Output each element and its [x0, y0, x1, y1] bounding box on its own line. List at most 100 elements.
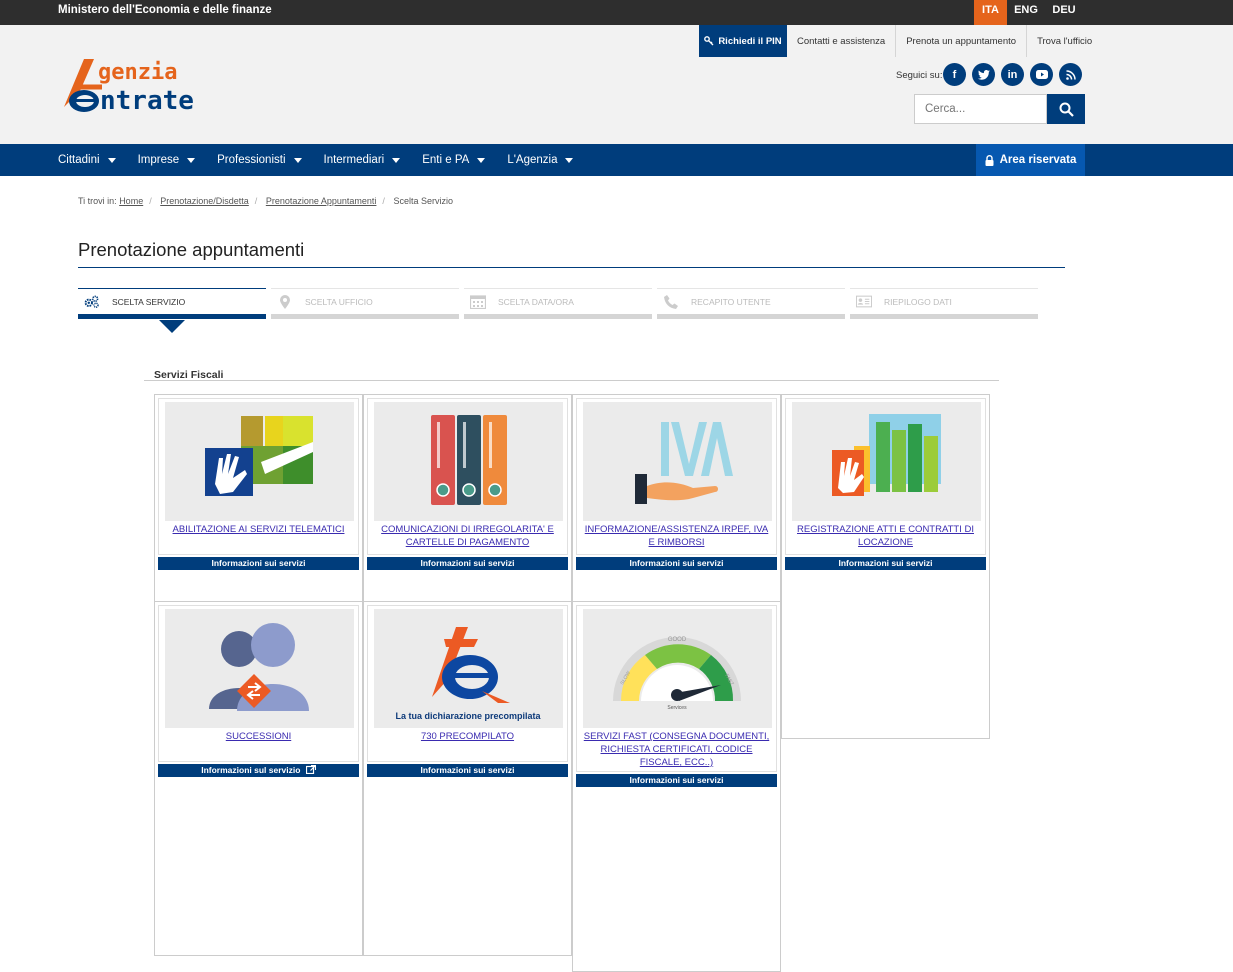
step-riepilogo-dati: RIEPILOGO DATI [850, 288, 1038, 319]
search-input[interactable] [914, 94, 1047, 124]
agenzia-entrate-logo[interactable]: genzia ntrate [58, 57, 233, 115]
logo-text-top: genzia [98, 60, 177, 85]
step-label: SCELTA DATA/ORA [498, 296, 574, 307]
service-card-successioni: SUCCESSIONI Informazioni sul servizio [154, 601, 363, 956]
follow-label: Seguici su: [896, 70, 943, 81]
chevron-down-icon [187, 157, 196, 163]
chevron-down-icon [392, 157, 401, 163]
nav-label: Intermediari [323, 154, 385, 166]
breadcrumb-prefix: Ti trovi in: [78, 196, 117, 206]
search-form [914, 94, 1085, 124]
service-image [374, 402, 563, 521]
page-title: Prenotazione appuntamenti [78, 239, 305, 260]
step-recapito-utente: RECAPITO UTENTE [657, 288, 845, 319]
step-label: SCELTA UFFICIO [305, 296, 373, 307]
title-divider [78, 267, 1065, 268]
service-image: GOOD SLOW FAST Services [583, 609, 772, 728]
search-button[interactable] [1047, 94, 1085, 124]
service-info-button[interactable]: Informazioni sui servizi [158, 557, 359, 570]
lang-eng[interactable]: ENG [1007, 0, 1045, 25]
gears-icon [84, 294, 100, 310]
lang-ita[interactable]: ITA [974, 0, 1007, 25]
service-link[interactable]: REGISTRAZIONE ATTI E CONTRATTI DI LOCAZI… [790, 523, 981, 549]
service-image: La tua dichiarazione precompilata [374, 609, 563, 728]
service-card-730-precompilato: La tua dichiarazione precompilata 730 PR… [363, 601, 572, 956]
service-link[interactable]: SERVIZI FAST (CONSEGNA DOCUMENTI, RICHIE… [581, 730, 772, 769]
step-label: SCELTA SERVIZIO [112, 296, 186, 307]
contacts-link[interactable]: Contatti e assistenza [787, 25, 897, 57]
chevron-down-icon [477, 157, 486, 163]
gauge-caption: Services [667, 705, 687, 711]
social-links: f in [943, 63, 1082, 86]
breadcrumb: Ti trovi in: Home / Prenotazione/Disdetta… [78, 196, 453, 206]
service-info-label: Informazioni sul servizio [201, 765, 301, 775]
find-office-link[interactable]: Trova l'ufficio [1027, 25, 1102, 57]
service-info-button[interactable]: Informazioni sui servizi [576, 557, 777, 570]
service-link[interactable]: ABILITAZIONE AI SERVIZI TELEMATICI [163, 523, 354, 536]
breadcrumb-separator: / [382, 196, 385, 206]
service-link[interactable]: INFORMAZIONE/ASSISTENZA IRPEF, IVA E RIM… [581, 523, 772, 549]
map-pin-icon [277, 294, 293, 310]
nav-label: Cittadini [58, 154, 100, 166]
breadcrumb-current: Scelta Servizio [393, 196, 453, 206]
gauge-label-good: GOOD [668, 637, 687, 643]
nav-enti-pa[interactable]: Enti e PA [422, 144, 486, 176]
nav-cittadini[interactable]: Cittadini [58, 144, 116, 176]
image-caption: La tua dichiarazione precompilata [395, 711, 541, 721]
facebook-icon[interactable]: f [943, 63, 966, 86]
active-step-indicator [159, 320, 185, 333]
service-link[interactable]: COMUNICAZIONI DI IRREGOLARITA' E CARTELL… [372, 523, 563, 549]
youtube-icon[interactable] [1030, 63, 1053, 86]
step-scelta-data-ora: SCELTA DATA/ORA [464, 288, 652, 319]
service-info-button[interactable]: Informazioni sui servizi [576, 774, 777, 787]
breadcrumb-prenotazione-appuntamenti[interactable]: Prenotazione Appuntamenti [266, 196, 377, 206]
calendar-icon [470, 294, 486, 310]
service-info-button[interactable]: Informazioni sui servizi [367, 764, 568, 777]
nav-intermediari[interactable]: Intermediari [324, 144, 401, 176]
service-image [165, 402, 354, 521]
service-info-button[interactable]: Informazioni sui servizi [785, 557, 986, 570]
linkedin-icon[interactable]: in [1001, 63, 1024, 86]
rss-icon[interactable] [1059, 63, 1082, 86]
nav-label: Enti e PA [422, 154, 470, 166]
service-image [165, 609, 354, 728]
service-card-servizi-fast: GOOD SLOW FAST Services SERVIZI FAST (CO… [572, 601, 781, 972]
top-bar: Ministero dell'Economia e delle finanze … [0, 0, 1233, 25]
main-nav: Cittadini Imprese Professionisti Interme… [0, 144, 1233, 176]
search-icon [1059, 102, 1074, 117]
nav-imprese[interactable]: Imprese [138, 144, 196, 176]
request-pin-button[interactable]: Richiedi il PIN [699, 25, 787, 57]
breadcrumb-prenotazione-disdetta[interactable]: Prenotazione/Disdetta [160, 196, 249, 206]
id-card-icon [856, 294, 872, 310]
service-link[interactable]: SUCCESSIONI [163, 730, 354, 743]
chevron-down-icon [293, 157, 302, 163]
ministry-link[interactable]: Ministero dell'Economia e delle finanze [58, 4, 272, 16]
language-switcher: ITA ENG DEU [974, 0, 1083, 25]
lang-deu[interactable]: DEU [1045, 0, 1083, 25]
twitter-icon[interactable] [972, 63, 995, 86]
phone-icon [663, 294, 679, 310]
service-card-registrazione-atti: REGISTRAZIONE ATTI E CONTRATTI DI LOCAZI… [781, 394, 990, 739]
site-header: Richiedi il PIN Contatti e assistenza Pr… [0, 25, 1233, 144]
service-image [583, 402, 772, 521]
external-link-icon [305, 764, 316, 775]
nav-label: L'Agenzia [507, 154, 558, 166]
service-info-button[interactable]: Informazioni sul servizio [158, 764, 359, 777]
nav-label: Imprese [137, 154, 180, 166]
service-link[interactable]: 730 PRECOMPILATO [372, 730, 563, 743]
book-appointment-link[interactable]: Prenota un appuntamento [896, 25, 1028, 57]
breadcrumb-separator: / [254, 196, 258, 206]
lock-icon [985, 154, 994, 166]
reserved-area-button[interactable]: Area riservata [976, 144, 1085, 176]
step-label: RIEPILOGO DATI [884, 296, 952, 307]
breadcrumb-home[interactable]: Home [119, 196, 143, 206]
service-info-button[interactable]: Informazioni sui servizi [367, 557, 568, 570]
nav-label: Professionisti [217, 154, 286, 166]
nav-professionisti[interactable]: Professionisti [217, 144, 302, 176]
reserved-area-label: Area riservata [999, 154, 1077, 166]
section-divider [144, 380, 999, 381]
nav-agenzia[interactable]: L'Agenzia [507, 144, 574, 176]
step-scelta-ufficio: SCELTA UFFICIO [271, 288, 459, 319]
chevron-down-icon [565, 157, 574, 163]
breadcrumb-separator: / [149, 196, 152, 206]
